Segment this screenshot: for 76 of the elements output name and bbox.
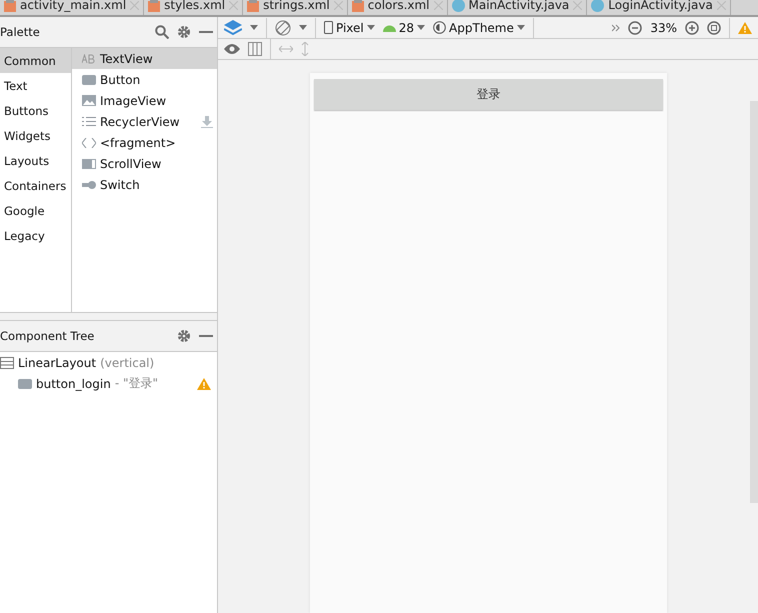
component-name: button_login bbox=[36, 376, 111, 390]
phone-icon bbox=[324, 21, 333, 34]
settings-icon bbox=[177, 25, 191, 39]
palette-item[interactable]: TextView bbox=[72, 48, 217, 69]
palette-item[interactable]: ScrollView bbox=[72, 153, 217, 174]
theme-dropdown[interactable]: AppTheme bbox=[433, 20, 525, 34]
editor-tab[interactable]: strings.xml bbox=[243, 0, 348, 15]
editor-tab[interactable]: styles.xml bbox=[144, 0, 244, 15]
layout-icon bbox=[0, 356, 14, 368]
code-icon bbox=[82, 138, 96, 148]
tree-item[interactable]: LinearLayout (vertical) bbox=[0, 352, 217, 373]
close-icon bbox=[229, 1, 238, 10]
settings-icon bbox=[177, 329, 191, 343]
close-icon bbox=[573, 1, 582, 10]
download-icon bbox=[201, 116, 213, 128]
close-icon bbox=[434, 1, 443, 10]
zoom-out-icon bbox=[628, 20, 642, 34]
list-icon bbox=[82, 116, 96, 127]
theme-icon bbox=[433, 21, 446, 34]
palette-category[interactable]: Common bbox=[0, 48, 71, 73]
component-detail: (vertical) bbox=[100, 356, 156, 370]
editor-tab[interactable]: colors.xml bbox=[348, 0, 448, 15]
palette-category[interactable]: Text bbox=[0, 73, 71, 98]
editor-tab[interactable]: activity_main.xml bbox=[0, 0, 144, 15]
caret-icon bbox=[516, 25, 525, 30]
close-icon bbox=[716, 1, 726, 10]
palette-category[interactable]: Widgets bbox=[0, 123, 71, 148]
api-dropdown[interactable]: 28 bbox=[382, 20, 426, 34]
device-dropdown[interactable]: Pixel bbox=[324, 20, 375, 34]
blueprint-icon bbox=[248, 42, 262, 56]
warning-icon bbox=[738, 22, 752, 34]
palette-item[interactable]: Button bbox=[72, 69, 217, 90]
palette-item[interactable]: Switch bbox=[72, 174, 217, 195]
button-icon bbox=[82, 74, 96, 84]
warning-icon bbox=[197, 378, 211, 390]
class-icon bbox=[452, 0, 465, 12]
component-detail: - "登录" bbox=[114, 375, 159, 392]
panel-splitter[interactable] bbox=[0, 313, 217, 321]
class-icon bbox=[591, 0, 604, 12]
text-icon bbox=[82, 54, 96, 64]
palette-item[interactable]: RecyclerView bbox=[72, 111, 217, 132]
eye-icon bbox=[224, 44, 240, 54]
tree-item[interactable]: button_login - "登录" bbox=[0, 373, 217, 394]
palette-category[interactable]: Containers bbox=[0, 173, 71, 198]
palette-item[interactable]: ImageView bbox=[72, 90, 217, 111]
close-icon bbox=[334, 1, 343, 10]
login-button[interactable]: 登录 bbox=[314, 79, 663, 110]
switch-icon bbox=[82, 180, 96, 188]
caret-icon bbox=[299, 25, 307, 30]
button-icon bbox=[18, 378, 32, 388]
layers-icon bbox=[224, 20, 242, 36]
vertical-arrows-icon bbox=[301, 42, 309, 56]
caret-icon bbox=[366, 25, 375, 30]
scroll-view-icon bbox=[82, 158, 96, 168]
zoom-level: 33% bbox=[650, 20, 677, 34]
caret-icon bbox=[250, 25, 258, 30]
palette-category[interactable]: Layouts bbox=[0, 148, 71, 173]
palette-category[interactable]: Google bbox=[0, 198, 71, 223]
component-name: LinearLayout bbox=[18, 356, 96, 370]
palette-item[interactable]: <fragment> bbox=[72, 132, 217, 153]
close-icon bbox=[130, 1, 140, 10]
palette-category[interactable]: Buttons bbox=[0, 98, 71, 123]
android-icon bbox=[382, 23, 396, 32]
fit-screen-icon bbox=[707, 20, 721, 34]
panel-title: Component Tree bbox=[0, 329, 96, 343]
zoom-in-icon bbox=[685, 20, 699, 34]
palette-category[interactable]: Legacy bbox=[0, 223, 71, 248]
editor-tab[interactable]: MainActivity.java bbox=[448, 0, 588, 15]
caret-icon bbox=[417, 25, 426, 30]
horizontal-arrows-icon bbox=[279, 45, 293, 53]
overflow-icon bbox=[612, 24, 620, 32]
rotate-icon bbox=[275, 20, 291, 36]
panel-title: Palette bbox=[0, 25, 41, 39]
search-icon bbox=[155, 25, 169, 39]
editor-tab[interactable]: LoginActivity.java bbox=[587, 0, 731, 15]
image-icon bbox=[82, 95, 96, 106]
